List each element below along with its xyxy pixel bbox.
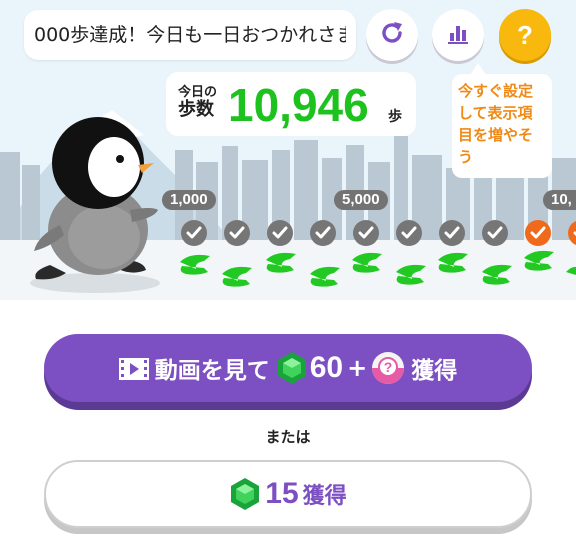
check-icon [487, 226, 503, 239]
help-button[interactable]: ? [499, 9, 551, 61]
progress-check [482, 220, 508, 246]
claim-reward-button[interactable]: 15 獲得 [44, 460, 532, 528]
question-capsule-icon: ? [371, 351, 405, 385]
video-reward-suffix: 獲得 [411, 358, 458, 384]
check-icon [186, 226, 202, 239]
milestone-5000: 5,000 [334, 190, 388, 210]
progress-check [267, 220, 293, 246]
milestone-10000: 10, [543, 190, 576, 210]
progress-check [181, 220, 207, 246]
plain-reward-suffix: 獲得 [302, 484, 347, 509]
stats-button[interactable] [432, 9, 484, 61]
check-icon [444, 226, 460, 239]
steps-count: 10,946 [228, 79, 369, 131]
check-icon [315, 226, 331, 239]
steps-unit: 歩 [388, 109, 402, 125]
video-reward-plus: + [347, 354, 368, 382]
bar-chart-icon [445, 20, 471, 50]
check-icon [530, 226, 546, 239]
check-icon [229, 226, 245, 239]
steps-label: 歩数 [178, 99, 214, 120]
progress-check [310, 220, 336, 246]
watch-video-reward-button[interactable]: 動画を見て 60 + ? 獲得 [44, 334, 532, 402]
or-separator: または [265, 428, 311, 446]
progress-check [353, 220, 379, 246]
message-bubble: 000歩達成！今日も一日おつかれさま [24, 10, 356, 60]
question-icon: ? [517, 19, 533, 50]
check-icon [358, 226, 374, 239]
today-steps-panel: 今日の 歩数 10,946 歩 [166, 72, 416, 136]
film-icon [118, 355, 149, 381]
video-reward-gem-count: 60 [309, 351, 344, 384]
progress-check [525, 220, 551, 246]
video-reward-prefix: 動画を見て [154, 358, 270, 384]
svg-text:?: ? [384, 359, 393, 375]
emerald-gem-icon [276, 351, 308, 385]
penguin-character [30, 117, 160, 293]
progress-check [396, 220, 422, 246]
progress-check [439, 220, 465, 246]
plain-reward-gem-count: 15 [265, 477, 299, 510]
emerald-gem-icon [229, 477, 261, 511]
message-text: 000歩達成！今日も一日おつかれさま [34, 24, 346, 46]
check-icon [401, 226, 417, 239]
settings-hint-bubble[interactable]: 今すぐ設定して表示項目を増やそう [452, 74, 552, 178]
today-steps-label: 今日の 歩数 [178, 84, 217, 120]
reload-icon [377, 18, 407, 52]
progress-check [224, 220, 250, 246]
reload-button[interactable] [366, 9, 418, 61]
check-icon [272, 226, 288, 239]
settings-hint-text: 今すぐ設定して表示項目を増やそう [458, 82, 534, 166]
milestone-1000: 1,000 [162, 190, 216, 210]
